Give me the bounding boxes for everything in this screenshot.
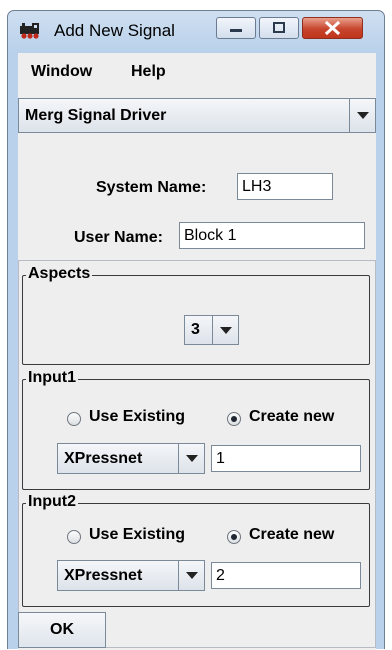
system-name-label: System Name:: [96, 179, 207, 196]
chevron-down-icon: [178, 444, 204, 473]
input2-connection-select[interactable]: XPressnet: [57, 560, 205, 591]
user-name-label: User Name:: [74, 229, 163, 246]
dialog-window: Add New Signal Window Help Merg Signal D…: [7, 10, 385, 650]
aspects-group: Aspects 3: [22, 265, 370, 365]
close-icon: [324, 20, 341, 36]
chevron-down-icon: [212, 316, 238, 344]
window-title: Add New Signal: [54, 21, 175, 40]
input2-group: Input2 Use Existing Create new XPressnet…: [22, 493, 370, 607]
input2-address-input[interactable]: 2: [211, 562, 361, 589]
maximize-button[interactable]: [259, 17, 299, 39]
dialog-content: Window Help Merg Signal Driver System Na…: [18, 53, 376, 650]
input1-connection-value: XPressnet: [64, 449, 143, 467]
chevron-down-icon: [349, 99, 375, 132]
close-button[interactable]: [302, 17, 363, 39]
input2-use-existing-label[interactable]: Use Existing: [89, 526, 185, 544]
input2-connection-value: XPressnet: [64, 566, 143, 584]
input1-use-existing-radio[interactable]: [67, 412, 81, 426]
signal-driver-select[interactable]: Merg Signal Driver: [18, 98, 376, 133]
system-name-input[interactable]: LH3: [237, 173, 333, 200]
maximize-icon: [273, 22, 285, 33]
input1-address-input[interactable]: 1: [211, 445, 361, 472]
minimize-button[interactable]: [216, 17, 256, 39]
chevron-down-icon: [178, 561, 204, 590]
aspects-title: Aspects: [26, 265, 93, 283]
title-bar[interactable]: Add New Signal: [8, 11, 384, 51]
menu-bar: Window Help: [18, 53, 376, 90]
user-name-input[interactable]: Block 1: [179, 222, 365, 249]
menu-window[interactable]: Window: [31, 63, 92, 81]
input1-group: Input1 Use Existing Create new XPressnet…: [22, 369, 370, 490]
input2-create-new-label[interactable]: Create new: [249, 526, 334, 544]
input1-create-new-radio[interactable]: [227, 412, 241, 426]
minimize-icon: [230, 29, 242, 32]
input1-title: Input1: [26, 369, 78, 387]
input2-title: Input2: [26, 493, 78, 511]
train-icon: [20, 23, 39, 39]
menu-help[interactable]: Help: [131, 63, 166, 81]
ok-button[interactable]: OK: [18, 612, 106, 648]
input1-use-existing-label[interactable]: Use Existing: [89, 408, 185, 426]
input1-create-new-label[interactable]: Create new: [249, 408, 334, 426]
input2-use-existing-radio[interactable]: [67, 530, 81, 544]
input2-create-new-radio[interactable]: [227, 530, 241, 544]
input1-connection-select[interactable]: XPressnet: [57, 443, 205, 474]
aspects-value: 3: [191, 321, 200, 338]
signal-driver-value: Merg Signal Driver: [25, 106, 167, 124]
aspects-select[interactable]: 3: [184, 315, 239, 345]
